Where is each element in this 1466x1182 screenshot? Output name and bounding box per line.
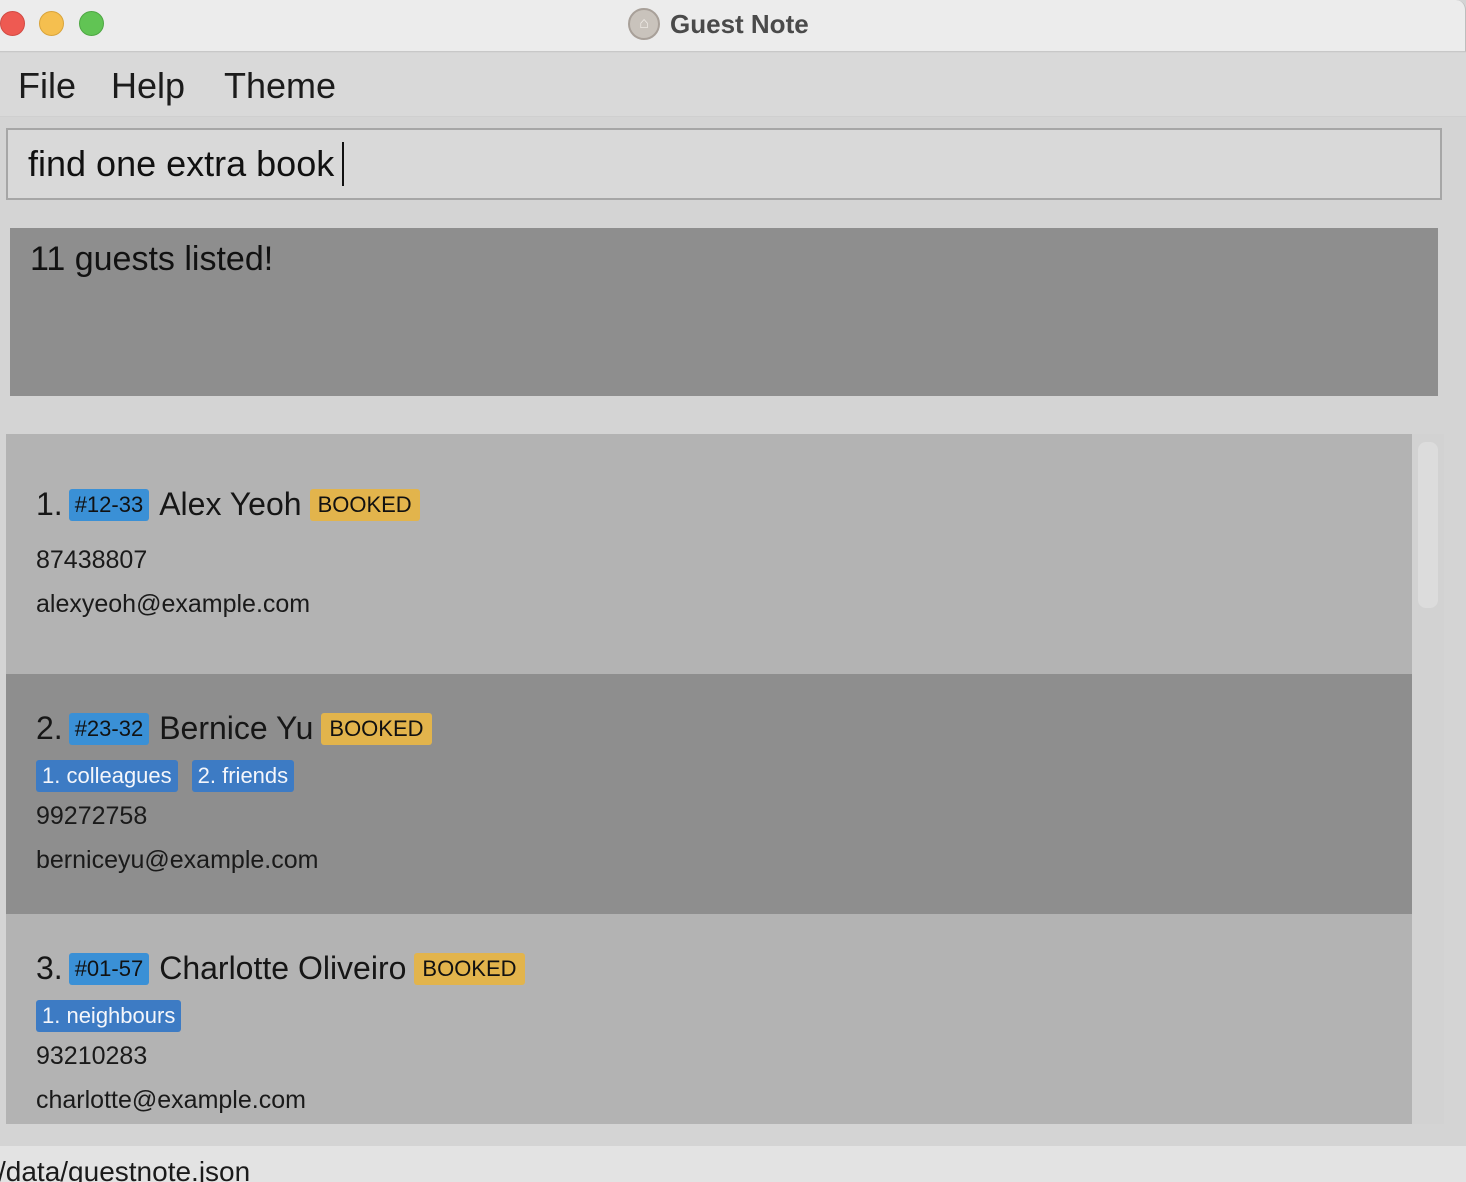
- guest-card-selected[interactable]: 2. #23-32 Bernice Yu BOOKED 1. colleague…: [6, 674, 1412, 914]
- data-file-path: /data/guestnote.json: [0, 1156, 251, 1182]
- guest-card[interactable]: 3. #01-57 Charlotte Oliveiro BOOKED 1. n…: [6, 914, 1412, 1124]
- guest-title-row: 2. #23-32 Bernice Yu BOOKED: [36, 710, 432, 747]
- menu-file[interactable]: File: [18, 65, 76, 107]
- guest-tags: 1. colleagues 2. friends: [36, 760, 295, 792]
- group-tag: 2. friends: [191, 760, 295, 792]
- guest-name: Charlotte Oliveiro: [159, 950, 407, 986]
- room-tag: #23-32: [68, 712, 150, 745]
- scrollbar-thumb[interactable]: [1418, 442, 1438, 608]
- guest-email: berniceyu@example.com: [36, 846, 319, 874]
- guest-card[interactable]: 1. #12-33 Alex Yeoh BOOKED 87438807 alex…: [6, 434, 1412, 674]
- result-message: 11 guests listed!: [30, 240, 274, 278]
- command-input-text: find one extra book: [28, 143, 335, 184]
- guest-title-row: 3. #01-57 Charlotte Oliveiro BOOKED: [36, 950, 525, 987]
- guest-phone: 93210283: [36, 1042, 148, 1070]
- guest-index: 1.: [36, 486, 63, 522]
- guest-index: 3.: [36, 950, 63, 986]
- close-window-button[interactable]: [0, 11, 25, 36]
- window-title: Guest Note: [670, 8, 809, 39]
- command-input[interactable]: find one extra book: [6, 128, 1442, 200]
- guest-email: charlotte@example.com: [36, 1086, 306, 1114]
- guest-name: Bernice Yu: [159, 710, 314, 746]
- room-tag: #12-33: [68, 488, 150, 521]
- status-badge: BOOKED: [321, 712, 432, 745]
- guest-list[interactable]: 1. #12-33 Alex Yeoh BOOKED 87438807 alex…: [6, 434, 1444, 1124]
- group-tag: 1. neighbours: [36, 1000, 182, 1032]
- status-badge: BOOKED: [414, 952, 525, 985]
- guest-name: Alex Yeoh: [159, 486, 302, 522]
- guest-email: alexyeoh@example.com: [36, 590, 311, 618]
- result-display: 11 guests listed!: [10, 228, 1438, 396]
- house-icon: ⌂: [628, 8, 660, 40]
- maximize-window-button[interactable]: [79, 11, 104, 36]
- window-title-group: ⌂ Guest Note: [628, 8, 809, 40]
- status-bar: /data/guestnote.json: [0, 1146, 1466, 1182]
- guest-index: 2.: [36, 710, 63, 746]
- guest-phone: 87438807: [36, 546, 148, 574]
- guest-tags: 1. neighbours: [36, 1000, 182, 1032]
- minimize-window-button[interactable]: [39, 11, 64, 36]
- menu-bar: File Help Theme: [0, 53, 1466, 117]
- group-tag: 1. colleagues: [36, 760, 178, 792]
- status-badge: BOOKED: [309, 488, 420, 521]
- room-tag: #01-57: [68, 952, 150, 985]
- text-caret: [342, 142, 345, 186]
- menu-help[interactable]: Help: [111, 65, 185, 107]
- guest-phone: 99272758: [36, 802, 148, 830]
- title-bar: ⌂ Guest Note: [0, 0, 1466, 52]
- menu-theme[interactable]: Theme: [224, 65, 336, 107]
- guest-title-row: 1. #12-33 Alex Yeoh BOOKED: [36, 486, 420, 523]
